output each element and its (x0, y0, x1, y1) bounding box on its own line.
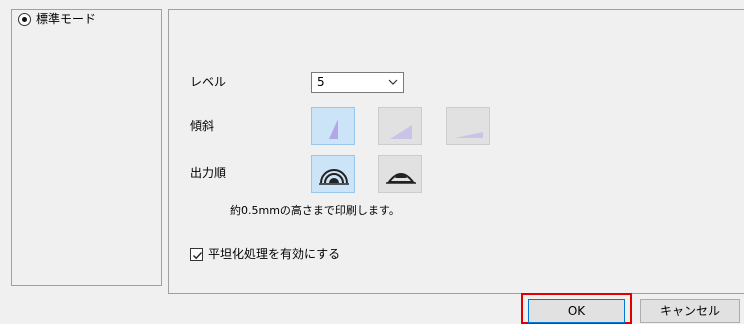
checkmark-icon (193, 252, 203, 260)
flatten-label[interactable]: 平坦化処理を有効にする (208, 246, 340, 262)
output-order-option-arcs[interactable] (311, 155, 355, 193)
level-select-value: 5 (317, 75, 325, 89)
tilt-option-steep[interactable] (311, 107, 355, 145)
output-order-option-dome[interactable] (378, 155, 422, 193)
medium-slope-icon (390, 125, 412, 139)
tilt-label: 傾斜 (190, 119, 215, 133)
standard-mode-radio[interactable] (18, 13, 31, 26)
tilt-option-gentle[interactable] (446, 107, 490, 145)
inner-to-outer-dome-icon (386, 173, 416, 184)
tilt-option-medium[interactable] (378, 107, 422, 145)
chevron-down-icon (388, 79, 398, 85)
print-height-info: 約0.5mmの高さまで印刷します。 (230, 204, 400, 217)
standard-mode-label[interactable]: 標準モード (36, 11, 96, 27)
flatten-checkbox[interactable] (190, 248, 203, 261)
ok-button[interactable]: OK (528, 299, 625, 323)
radio-selected-dot (22, 17, 27, 22)
outer-to-inner-arcs-icon (319, 169, 349, 185)
level-select[interactable]: 5 (311, 72, 404, 93)
level-label: レベル (190, 75, 227, 89)
mode-panel (11, 9, 162, 286)
steep-slope-icon (329, 119, 338, 139)
output-order-label: 出力順 (190, 166, 227, 180)
cancel-button[interactable]: キャンセル (640, 299, 740, 323)
gentle-slope-icon (455, 132, 483, 138)
